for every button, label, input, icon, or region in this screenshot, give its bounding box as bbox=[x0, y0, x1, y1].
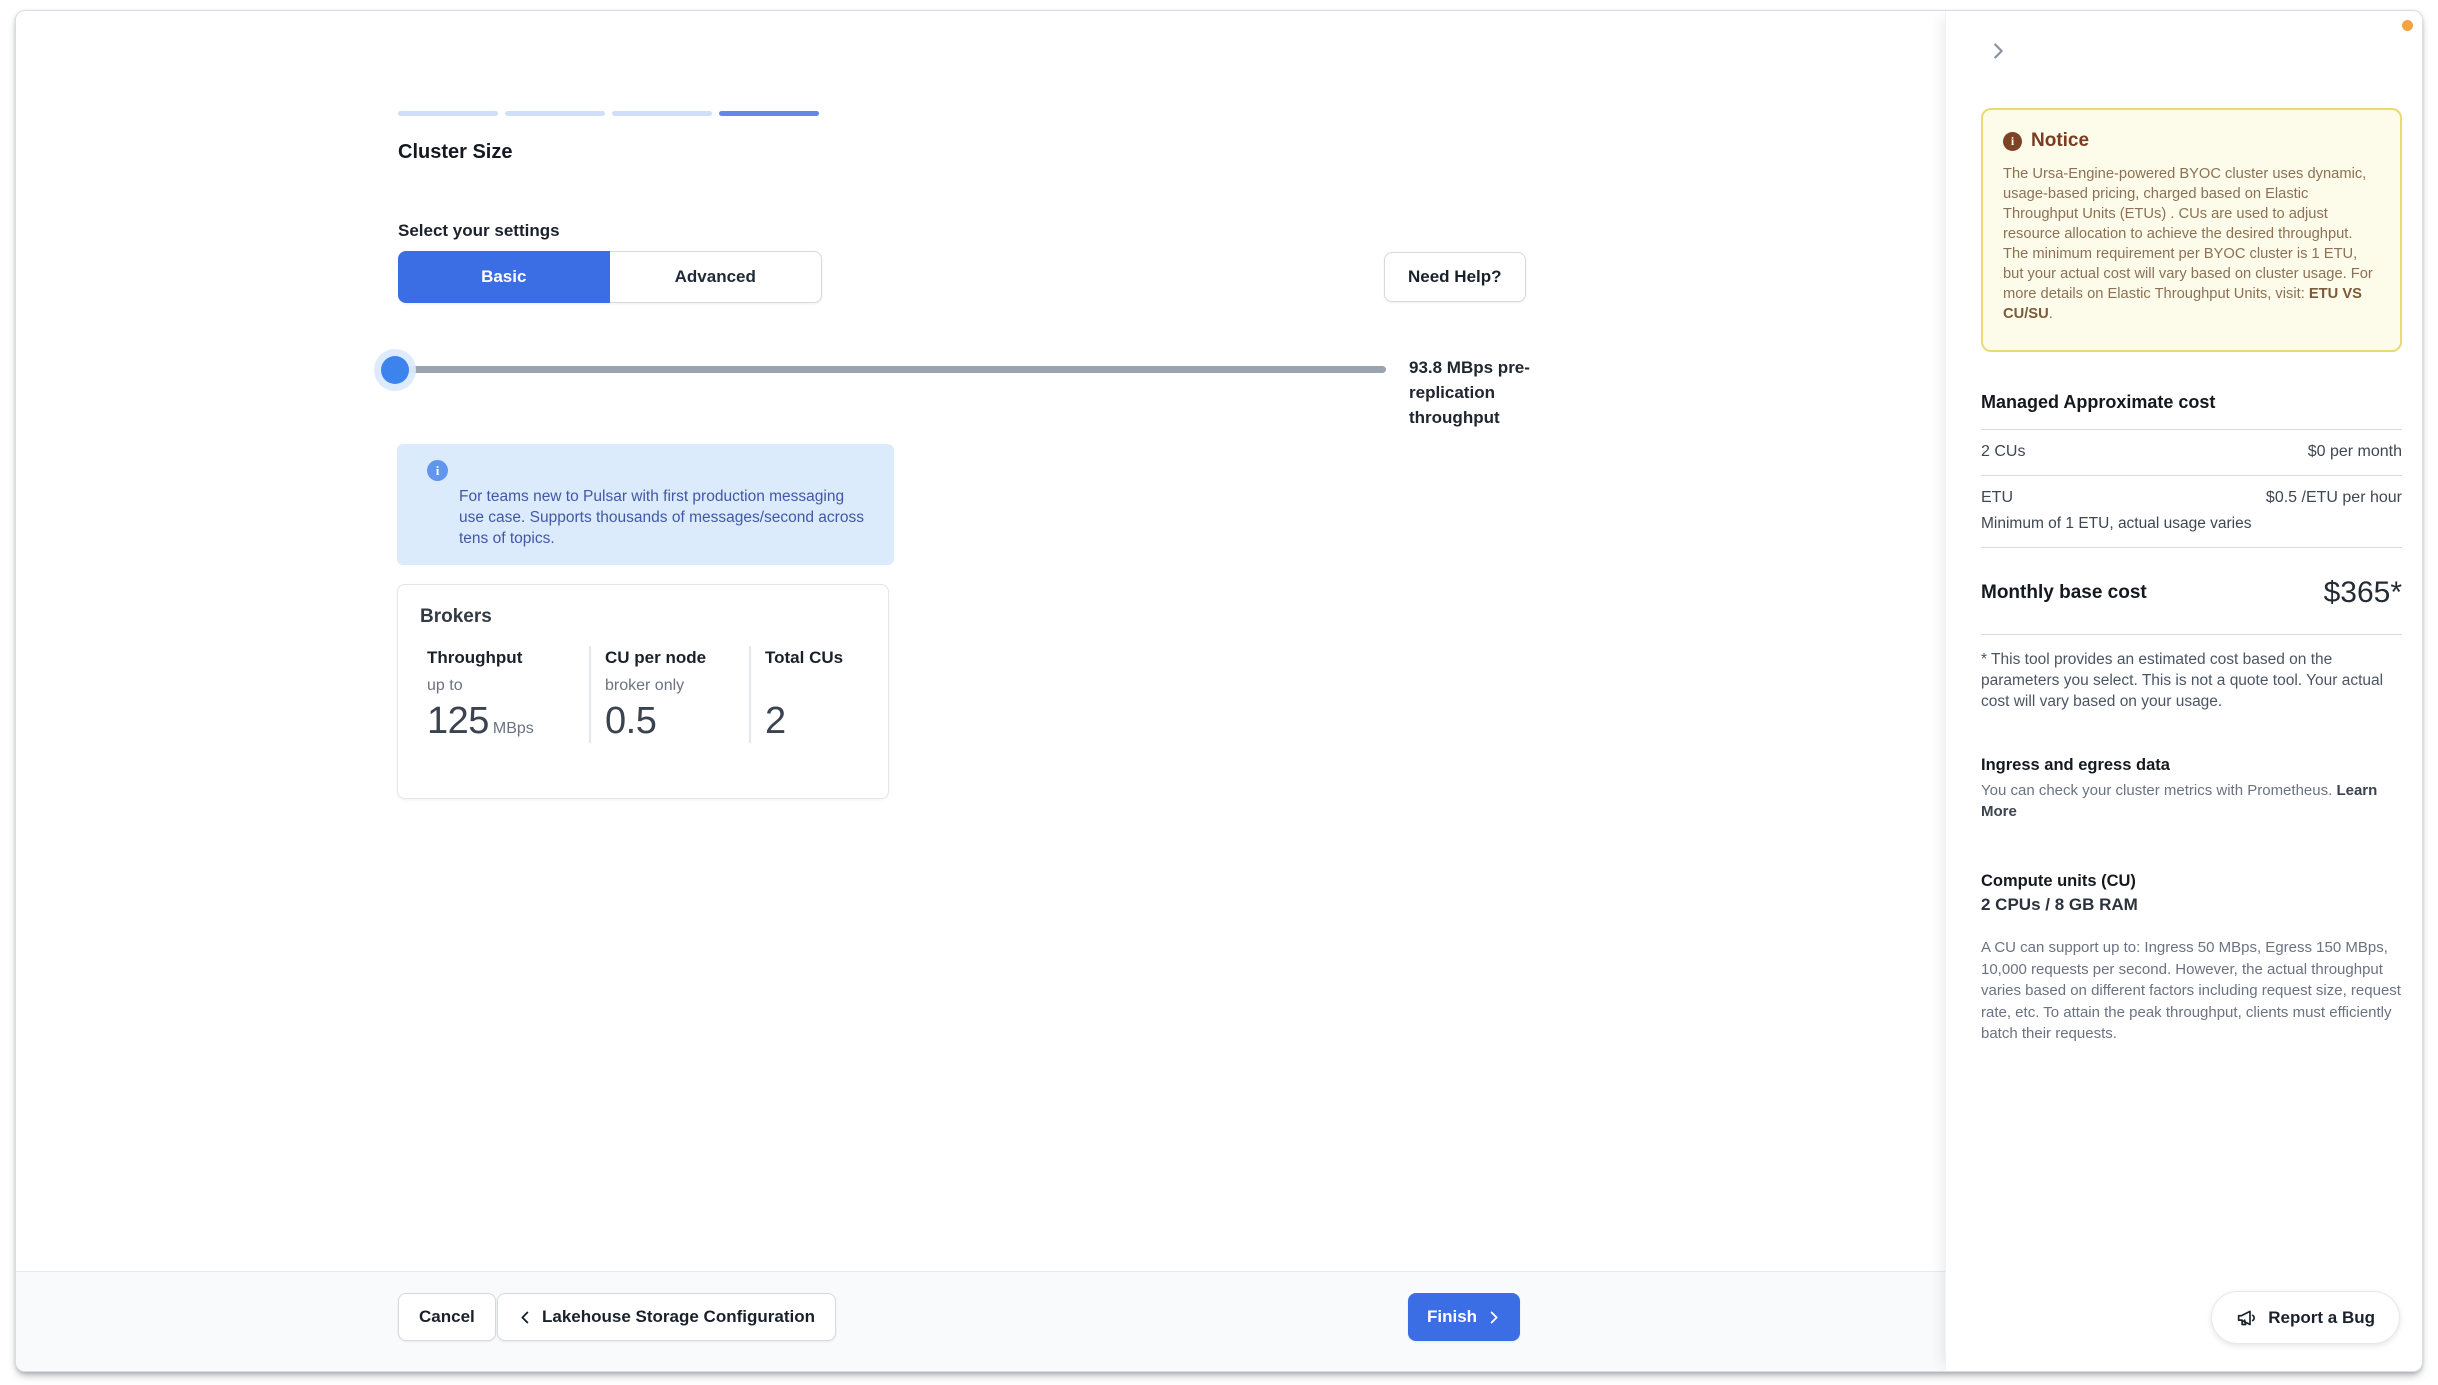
ingress-egress-text: You can check your cluster metrics with … bbox=[1981, 782, 2337, 799]
info-banner: i For teams new to Pulsar with first pro… bbox=[397, 444, 894, 565]
metric-cu-per-node: CU per node broker only 0.5 bbox=[589, 646, 749, 743]
back-button[interactable]: Lakehouse Storage Configuration bbox=[497, 1293, 836, 1341]
metric-header: CU per node bbox=[605, 648, 707, 667]
compute-units-spec: 2 CPUs / 8 GB RAM bbox=[1981, 895, 2138, 914]
monthly-base-cost-label: Monthly base cost bbox=[1981, 582, 2147, 603]
metric-note bbox=[765, 677, 866, 697]
cost-row-subtext: Minimum of 1 ETU, actual usage varies bbox=[1981, 515, 2252, 532]
report-a-bug-label: Report a Bug bbox=[2268, 1307, 2375, 1327]
metric-note: broker only bbox=[605, 677, 685, 694]
ingress-egress-title: Ingress and egress data bbox=[1981, 756, 2170, 774]
advanced-mode-button[interactable]: Advanced bbox=[609, 251, 822, 303]
chevron-right-icon bbox=[1490, 1311, 1498, 1323]
finish-label: Finish bbox=[1427, 1307, 1478, 1326]
cost-row-cus: 2 CUs $0 per month bbox=[1981, 430, 2402, 475]
metric-throughput: Throughput up to 125 MBps bbox=[420, 646, 589, 743]
chevron-right-icon bbox=[1994, 43, 2003, 59]
cancel-label: Cancel bbox=[419, 1307, 475, 1326]
chevron-left-icon bbox=[521, 1311, 529, 1323]
info-icon: i bbox=[427, 460, 448, 481]
wizard-progress bbox=[398, 111, 819, 116]
monthly-base-cost-row: Monthly base cost $365* bbox=[1981, 576, 2402, 610]
cost-row-value: $0 per month bbox=[2307, 443, 2402, 460]
compute-units-title: Compute units (CU) bbox=[1981, 872, 2136, 890]
divider bbox=[1981, 634, 2402, 635]
compute-units-description: A CU can support up to: Ingress 50 MBps,… bbox=[1981, 939, 2401, 1042]
brokers-title: Brokers bbox=[420, 606, 492, 627]
notice-box: i Notice The Ursa-Engine-powered BYOC cl… bbox=[1981, 108, 2402, 352]
notice-body-text: The Ursa-Engine-powered BYOC cluster use… bbox=[2003, 166, 2373, 302]
wizard-step-3-segment bbox=[612, 111, 712, 116]
wizard-step-1-segment bbox=[398, 111, 498, 116]
cost-row-etu: ETU $0.5 /ETU per hour Minimum of 1 ETU,… bbox=[1981, 476, 2402, 547]
notice-body: The Ursa-Engine-powered BYOC cluster use… bbox=[2003, 164, 2380, 324]
megaphone-icon bbox=[2238, 1310, 2256, 1326]
metric-header: Total CUs bbox=[765, 648, 844, 667]
throughput-slider-track[interactable] bbox=[401, 366, 1386, 373]
back-label: Lakehouse Storage Configuration bbox=[542, 1307, 815, 1326]
metric-value: 2 bbox=[765, 700, 786, 742]
cost-disclaimer: * This tool provides an estimated cost b… bbox=[1981, 651, 2384, 710]
notice-info-icon: i bbox=[2003, 131, 2022, 151]
cancel-button[interactable]: Cancel bbox=[398, 1293, 496, 1341]
notification-dot bbox=[2402, 20, 2413, 31]
wizard-step-4-segment-active bbox=[719, 111, 819, 116]
notice-suffix: . bbox=[2048, 306, 2053, 322]
monthly-base-cost-value: $365* bbox=[2323, 576, 2402, 609]
metric-header: Throughput bbox=[427, 648, 523, 667]
notice-title: Notice bbox=[2031, 130, 2090, 151]
settings-label: Select your settings bbox=[398, 221, 560, 240]
need-help-button[interactable]: Need Help? bbox=[1384, 252, 1526, 302]
cost-sidebar: i Notice The Ursa-Engine-powered BYOC cl… bbox=[1945, 11, 2422, 1371]
cluster-setup-window: Cluster Size Select your settings Basic … bbox=[15, 10, 2423, 1372]
brokers-metrics: Throughput up to 125 MBps CU per node bro… bbox=[420, 646, 866, 743]
finish-button[interactable]: Finish bbox=[1408, 1293, 1521, 1341]
cost-row-value: $0.5 /ETU per hour bbox=[2265, 489, 2402, 506]
collapse-sidebar-button[interactable] bbox=[1984, 37, 2012, 65]
page-title: Cluster Size bbox=[398, 141, 513, 163]
cost-section-title: Managed Approximate cost bbox=[1981, 392, 2216, 412]
info-banner-text: For teams new to Pulsar with first produ… bbox=[459, 488, 864, 547]
metric-value: 0.5 bbox=[605, 700, 657, 742]
basic-mode-button[interactable]: Basic bbox=[398, 251, 610, 303]
wizard-step-2-segment bbox=[505, 111, 605, 116]
wizard-footer: Cancel Lakehouse Storage Configuration F… bbox=[16, 1271, 1945, 1371]
brokers-card: Brokers Throughput up to 125 MBps CU per … bbox=[397, 584, 889, 799]
throughput-slider-caption: 93.8 MBps pre-replication throughput bbox=[1409, 358, 1530, 427]
ingress-egress-body: You can check your cluster metrics with … bbox=[1981, 780, 2402, 822]
report-a-bug-button[interactable]: Report a Bug bbox=[2211, 1291, 2400, 1344]
metric-unit: MBps bbox=[492, 720, 534, 737]
divider bbox=[1981, 547, 2402, 548]
main-panel: Cluster Size Select your settings Basic … bbox=[16, 11, 1945, 1371]
metric-value: 125 bbox=[427, 700, 489, 742]
mode-toggle: Basic Advanced bbox=[398, 251, 822, 303]
metric-total-cus: Total CUs 2 bbox=[749, 646, 866, 743]
cost-row-label: 2 CUs bbox=[1981, 443, 2026, 460]
metric-note: up to bbox=[427, 677, 463, 694]
cost-row-label: ETU bbox=[1981, 489, 2013, 506]
throughput-slider-handle[interactable] bbox=[381, 356, 409, 384]
